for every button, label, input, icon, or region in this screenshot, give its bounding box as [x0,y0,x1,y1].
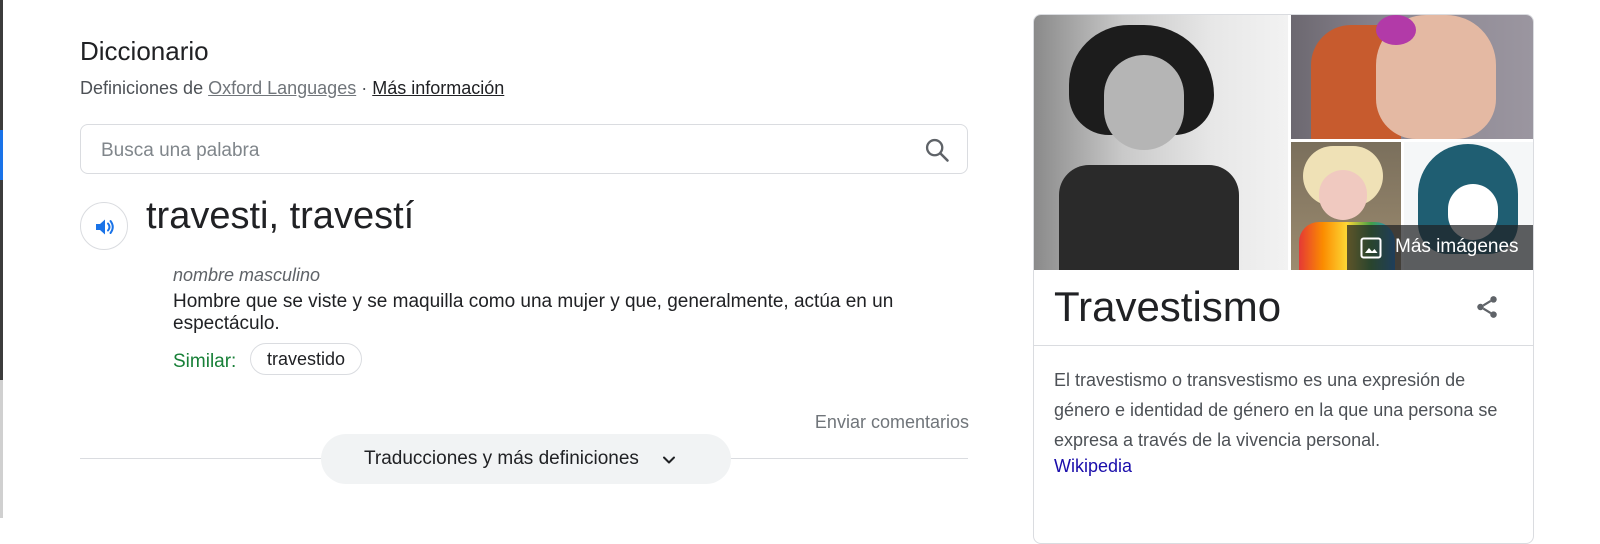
word-search-input[interactable] [99,137,883,165]
dictionary-source: Definiciones de Oxford Languages · Más i… [80,78,504,99]
source-separator: · [361,78,368,98]
face-shape [1104,55,1184,150]
entity-description: El travestismo o transvestismo es una ex… [1054,370,1498,450]
knowledge-panel: Más imágenes Travestismo El travestismo … [1033,14,1534,544]
more-definitions-button[interactable]: Traducciones y más definiciones [321,434,731,484]
headword: travesti, travestí [146,195,415,237]
image-main-portrait[interactable] [1034,15,1288,270]
pronunciation-audio-button[interactable] [80,202,128,250]
part-of-speech: nombre masculino [173,265,321,285]
window-edge [0,0,3,518]
share-icon[interactable] [1474,294,1500,320]
clothing-shape [1059,165,1239,270]
source-prefix: Definiciones de [80,78,204,98]
similar-label: Similar: [173,351,237,372]
search-icon[interactable] [923,136,951,164]
similar-word-chip[interactable]: travestido [250,343,363,375]
more-definitions-label: Traducciones y más definiciones [364,448,639,469]
more-images-button[interactable]: Más imágenes [1347,225,1533,270]
face-shape [1319,170,1367,220]
oxford-languages-link[interactable]: Oxford Languages [208,78,356,98]
image-makeup-portrait[interactable] [1291,15,1533,139]
wikipedia-link[interactable]: Wikipedia [1054,456,1132,477]
flower-shape [1376,15,1416,45]
send-feedback-link[interactable]: Enviar comentarios [815,412,969,433]
word-search-box [80,124,968,174]
dictionary-title: Diccionario [80,36,209,66]
more-images-label: Más imágenes [1395,236,1519,257]
more-info-link[interactable]: Más información [372,78,504,98]
speaker-icon [96,219,114,235]
entity-title: Travestismo [1054,283,1282,330]
chevron-down-icon [663,456,675,464]
image-icon [1360,237,1382,259]
divider [1034,345,1533,346]
definition-text: Hombre que se viste y se maquilla como u… [173,291,894,334]
